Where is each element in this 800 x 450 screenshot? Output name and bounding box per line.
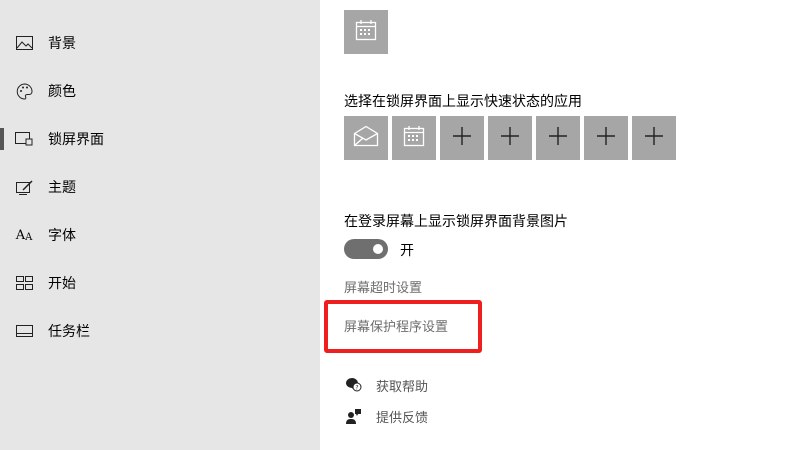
quick-status-app-calendar[interactable] [392,116,436,160]
get-help-label: 获取帮助 [376,379,429,395]
settings-sidebar: 背景 颜色 锁屏界面 主题 AA 字体 开始 任务栏 [0,0,320,450]
sidebar-item-themes[interactable]: 主题 [0,163,320,211]
calendar-icon [403,125,425,151]
quick-status-add-button[interactable] [632,116,676,160]
palette-icon [15,82,33,100]
sidebar-item-fonts[interactable]: AA 字体 [0,211,320,259]
signin-background-label: 在登录屏幕上显示锁屏界面背景图片 [344,214,568,230]
sidebar-item-label: 开始 [48,276,76,292]
sidebar-item-background[interactable]: 背景 [0,19,320,67]
sidebar-item-colors[interactable]: 颜色 [0,67,320,115]
toggle-knob [373,244,383,254]
sidebar-item-lockscreen[interactable]: 锁屏界面 [0,115,320,163]
quick-status-app-mail[interactable] [344,116,388,160]
plus-icon [549,127,567,149]
give-feedback-link[interactable]: 提供反馈 [344,406,428,426]
sidebar-item-label: 颜色 [48,84,76,100]
taskbar-icon [15,322,33,340]
sidebar-item-label: 主题 [48,180,76,196]
quick-status-add-button[interactable] [488,116,532,160]
plus-icon [597,127,615,149]
plus-icon [453,127,471,149]
sidebar-item-label: 锁屏界面 [48,132,104,148]
sidebar-item-label: 任务栏 [48,324,90,340]
theme-brush-icon [15,178,33,196]
quick-status-add-button[interactable] [584,116,628,160]
quick-status-add-button[interactable] [440,116,484,160]
highlight-annotation-box [324,300,482,353]
plus-icon [501,127,519,149]
get-help-link[interactable]: ? 获取帮助 [344,375,428,395]
active-indicator [0,128,4,150]
picture-icon [15,34,33,52]
detailed-status-app-tile[interactable] [344,10,388,54]
toggle-state-label: 开 [400,243,414,259]
give-feedback-label: 提供反馈 [376,410,429,426]
lock-screen-icon [15,130,33,148]
sidebar-item-taskbar[interactable]: 任务栏 [0,307,320,355]
sidebar-item-label: 背景 [48,36,76,52]
feedback-person-icon [344,407,362,425]
sidebar-item-label: 字体 [48,228,76,244]
mail-icon [353,125,379,151]
signin-background-toggle[interactable] [344,239,388,259]
calendar-icon [355,19,377,45]
font-icon: AA [15,227,33,243]
plus-icon [645,127,663,149]
svg-text:?: ? [355,385,358,392]
help-chat-icon: ? [344,376,362,394]
sidebar-item-start[interactable]: 开始 [0,259,320,307]
quick-status-label: 选择在锁屏界面上显示快速状态的应用 [344,94,582,110]
quick-status-add-button[interactable] [536,116,580,160]
lockscreen-settings-content: 选择在锁屏界面上显示快速状态的应用 在登录屏幕上显示锁屏界面背景图片 开 屏幕超… [320,0,800,450]
screen-timeout-settings-link[interactable]: 屏幕超时设置 [344,277,422,296]
start-grid-icon [15,274,33,292]
